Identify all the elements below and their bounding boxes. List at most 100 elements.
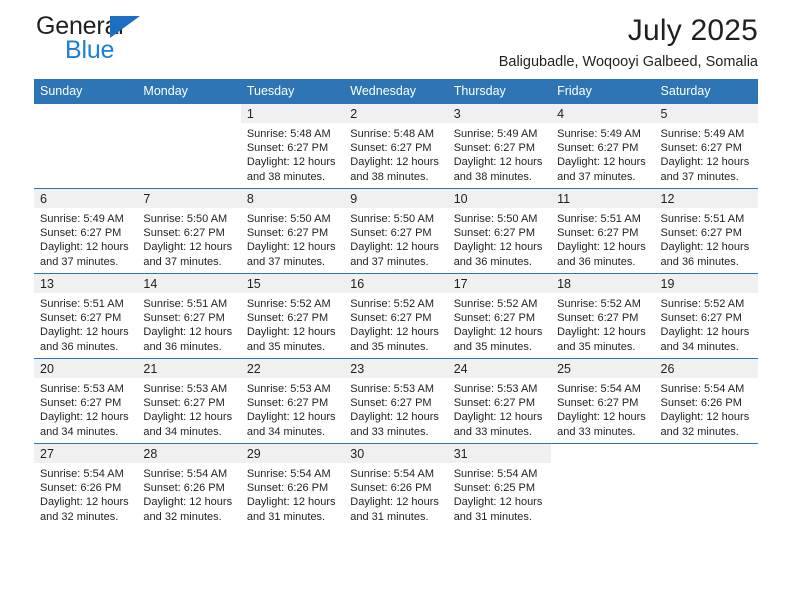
day-cell-inner: 7 Sunrise: 5:50 AM Sunset: 6:27 PM Daylight… <box>137 189 241 273</box>
calendar-day-cell[interactable]: 14 Sunrise: 5:51 AM Sunset: 6:27 PM Dayligh… <box>137 273 241 359</box>
day-number: 28 <box>137 444 241 463</box>
calendar-day-cell[interactable]: 17 Sunrise: 5:52 AM Sunset: 6:27 PM Dayligh… <box>447 273 552 359</box>
calendar-day-cell[interactable]: 8 Sunrise: 5:50 AM Sunset: 6:27 PM Daylight… <box>240 188 345 274</box>
calendar-day-cell[interactable]: 21 Sunrise: 5:53 AM Sunset: 6:27 PM Dayligh… <box>137 358 241 444</box>
sun-info-line: and 34 minutes. <box>143 425 222 438</box>
sun-info-line: and 38 minutes. <box>246 170 326 183</box>
sun-info-line: Daylight: 12 hours <box>453 326 543 339</box>
calendar-table: Sunday Monday Tuesday Wednesday Thursday Frid… <box>34 79 758 528</box>
sun-info-line: Daylight: 12 hours <box>557 241 646 254</box>
sun-info-line: Sunrise: 5:52 AM <box>350 298 435 310</box>
sun-info-line: Daylight: 12 hours <box>453 411 543 424</box>
sun-info-line: Sunrise: 5:53 AM <box>350 383 435 395</box>
calendar-day-cell[interactable]: 11 Sunrise: 5:51 AM Sunset: 6:27 PM Dayligh… <box>551 188 655 274</box>
day-sun-info: Sunrise: 5:50 AM Sunset: 6:27 PM Daylight:… <box>241 208 344 269</box>
day-sun-info: Sunrise: 5:54 AM Sunset: 6:25 PM Daylight:… <box>448 463 551 524</box>
weekday-header-row: Sunday Monday Tuesday Wednesday Thursday Frid… <box>34 79 758 104</box>
day-number: 29 <box>240 444 345 463</box>
calendar-day-cell[interactable]: 31 Sunrise: 5:54 AM Sunset: 6:25 PM Dayligh… <box>447 443 552 528</box>
day-number: 12 <box>654 189 758 208</box>
sun-info-line: Sunset: 6:26 PM <box>40 482 122 495</box>
day-number: 9 <box>344 189 448 208</box>
day-sun-info: Sunrise: 5:53 AM Sunset: 6:27 PM Daylight:… <box>34 378 137 439</box>
day-sun-info: Sunrise: 5:52 AM Sunset: 6:27 PM Daylight:… <box>551 293 654 354</box>
day-cell-inner: 22 Sunrise: 5:53 AM Sunset: 6:27 PM Dayligh… <box>240 359 345 443</box>
calendar-day-cell[interactable]: 19 Sunrise: 5:52 AM Sunset: 6:27 PM Dayligh… <box>654 273 758 359</box>
sun-info-line: Sunset: 6:27 PM <box>40 312 122 325</box>
day-cell-inner: 17 Sunrise: 5:52 AM Sunset: 6:27 PM Dayligh… <box>447 274 552 358</box>
sun-info-line: Daylight: 12 hours <box>350 411 439 424</box>
calendar-day-cell[interactable]: 10 Sunrise: 5:50 AM Sunset: 6:27 PM Dayligh… <box>447 188 552 274</box>
sun-info-line: and 37 minutes. <box>246 255 326 268</box>
sun-info-line: Daylight: 12 hours <box>246 496 336 509</box>
calendar-day-cell[interactable]: 1 Sunrise: 5:48 AM Sunset: 6:27 PM Daylight… <box>240 104 345 189</box>
sun-info-line: Sunrise: 5:53 AM <box>246 383 331 395</box>
sun-info-line: Daylight: 12 hours <box>40 241 129 254</box>
sun-info-line: and 35 minutes. <box>350 340 429 353</box>
calendar-day-cell[interactable]: 12 Sunrise: 5:51 AM Sunset: 6:27 PM Dayligh… <box>654 188 758 274</box>
day-sun-info: Sunrise: 5:54 AM Sunset: 6:26 PM Daylight:… <box>344 463 447 524</box>
sun-info-line: Daylight: 12 hours <box>453 241 543 254</box>
day-number <box>137 104 240 123</box>
calendar-day-cell[interactable]: 5 Sunrise: 5:49 AM Sunset: 6:27 PM Daylight… <box>654 104 758 189</box>
calendar-day-cell[interactable]: 18 Sunrise: 5:52 AM Sunset: 6:27 PM Dayligh… <box>551 273 655 359</box>
calendar-day-cell[interactable]: 28 Sunrise: 5:54 AM Sunset: 6:26 PM Dayligh… <box>137 443 241 528</box>
sun-info-line: Daylight: 12 hours <box>246 411 336 424</box>
calendar-day-cell[interactable]: 25 Sunrise: 5:54 AM Sunset: 6:27 PM Dayligh… <box>551 358 655 444</box>
sun-info-line: Sunrise: 5:50 AM <box>453 213 538 225</box>
calendar-day-cell[interactable]: 27 Sunrise: 5:54 AM Sunset: 6:26 PM Dayligh… <box>34 443 138 528</box>
day-cell-inner: 6 Sunrise: 5:49 AM Sunset: 6:27 PM Daylight… <box>34 189 138 273</box>
day-number: 6 <box>34 189 138 208</box>
sun-info-line: and 36 minutes. <box>557 255 636 268</box>
sun-info-line: Sunrise: 5:53 AM <box>143 383 228 395</box>
sun-info-line: Daylight: 12 hours <box>40 496 129 509</box>
sun-info-line: and 37 minutes. <box>557 170 636 183</box>
calendar-day-cell[interactable]: 4 Sunrise: 5:49 AM Sunset: 6:27 PM Daylight… <box>551 104 655 189</box>
day-number: 1 <box>240 104 345 123</box>
day-cell-inner: 10 Sunrise: 5:50 AM Sunset: 6:27 PM Dayligh… <box>447 189 552 273</box>
sun-info-line: Sunrise: 5:54 AM <box>660 383 745 395</box>
sun-info-line: Sunset: 6:27 PM <box>246 397 329 410</box>
calendar-day-cell[interactable]: 2 Sunrise: 5:48 AM Sunset: 6:27 PM Daylight… <box>344 104 448 189</box>
day-cell-inner: 29 Sunrise: 5:54 AM Sunset: 6:26 PM Dayligh… <box>240 444 345 528</box>
day-cell-inner: 26 Sunrise: 5:54 AM Sunset: 6:26 PM Dayligh… <box>654 359 758 443</box>
day-number: 5 <box>654 104 758 123</box>
weekday-header-wednesday: Wednesday <box>344 79 448 104</box>
calendar-day-cell[interactable]: 6 Sunrise: 5:49 AM Sunset: 6:27 PM Daylight… <box>34 188 138 274</box>
sun-info-line: Sunset: 6:27 PM <box>660 227 742 240</box>
sun-info-line: Sunset: 6:27 PM <box>143 312 225 325</box>
sun-info-line: Sunset: 6:26 PM <box>350 482 432 495</box>
calendar-day-cell[interactable]: 26 Sunrise: 5:54 AM Sunset: 6:26 PM Dayligh… <box>654 358 758 444</box>
calendar-cell-empty <box>551 443 655 528</box>
sun-info-line: Sunrise: 5:50 AM <box>143 213 228 225</box>
calendar-day-cell[interactable]: 29 Sunrise: 5:54 AM Sunset: 6:26 PM Dayligh… <box>240 443 345 528</box>
day-number <box>551 444 654 463</box>
calendar-day-cell[interactable]: 22 Sunrise: 5:53 AM Sunset: 6:27 PM Dayligh… <box>240 358 345 444</box>
calendar-day-cell[interactable]: 9 Sunrise: 5:50 AM Sunset: 6:27 PM Daylight… <box>344 188 448 274</box>
day-cell-inner: 12 Sunrise: 5:51 AM Sunset: 6:27 PM Dayligh… <box>654 189 758 273</box>
calendar-day-cell[interactable]: 23 Sunrise: 5:53 AM Sunset: 6:27 PM Dayligh… <box>344 358 448 444</box>
day-number: 21 <box>137 359 241 378</box>
calendar-day-cell[interactable]: 3 Sunrise: 5:49 AM Sunset: 6:27 PM Daylight… <box>447 104 552 189</box>
sun-info-line: and 34 minutes. <box>660 340 739 353</box>
calendar-day-cell[interactable]: 16 Sunrise: 5:52 AM Sunset: 6:27 PM Dayligh… <box>344 273 448 359</box>
sun-info-line: Sunset: 6:27 PM <box>143 397 225 410</box>
calendar-day-cell[interactable]: 20 Sunrise: 5:53 AM Sunset: 6:27 PM Dayligh… <box>34 358 138 444</box>
sun-info-line: Sunrise: 5:53 AM <box>40 383 124 395</box>
calendar-day-cell[interactable]: 30 Sunrise: 5:54 AM Sunset: 6:26 PM Dayligh… <box>344 443 448 528</box>
day-cell-inner: 16 Sunrise: 5:52 AM Sunset: 6:27 PM Dayligh… <box>344 274 448 358</box>
page-title: July 2025 <box>627 14 758 47</box>
sun-info-line: and 38 minutes. <box>350 170 429 183</box>
day-cell-inner <box>137 104 240 188</box>
sun-info-line: Sunset: 6:27 PM <box>557 142 639 155</box>
day-cell-inner: 24 Sunrise: 5:53 AM Sunset: 6:27 PM Dayligh… <box>447 359 552 443</box>
day-number: 17 <box>447 274 552 293</box>
sun-info-line: Daylight: 12 hours <box>660 241 750 254</box>
calendar-day-cell[interactable]: 13 Sunrise: 5:51 AM Sunset: 6:27 PM Dayligh… <box>34 273 138 359</box>
calendar-day-cell[interactable]: 15 Sunrise: 5:52 AM Sunset: 6:27 PM Dayligh… <box>240 273 345 359</box>
day-sun-info: Sunrise: 5:50 AM Sunset: 6:27 PM Daylight:… <box>448 208 551 269</box>
calendar-day-cell[interactable]: 7 Sunrise: 5:50 AM Sunset: 6:27 PM Daylight… <box>137 188 241 274</box>
sun-info-line: Sunrise: 5:49 AM <box>557 128 641 140</box>
day-sun-info <box>655 463 758 467</box>
calendar-day-cell[interactable]: 24 Sunrise: 5:53 AM Sunset: 6:27 PM Dayligh… <box>447 358 552 444</box>
